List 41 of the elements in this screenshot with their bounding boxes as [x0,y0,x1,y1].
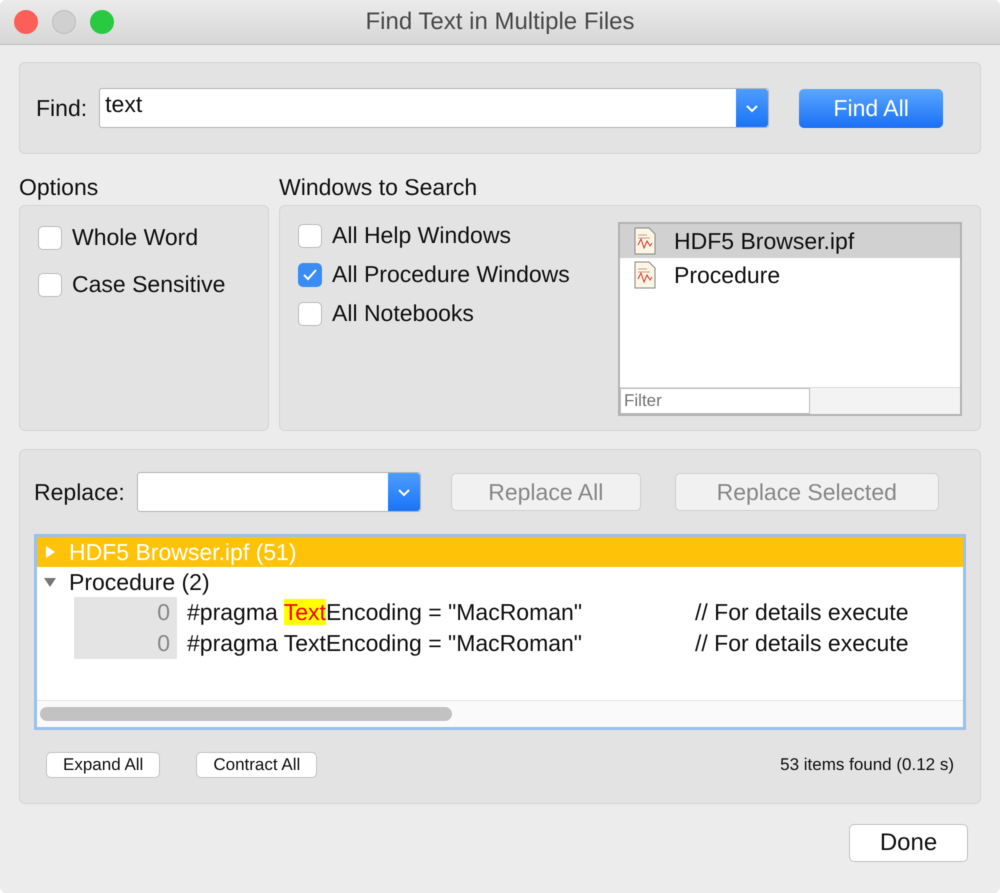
status-text: 53 items found (0.12 s) [780,755,954,775]
replace-label: Replace: [34,478,125,506]
done-button[interactable]: Done [849,824,968,862]
checkbox[interactable] [298,302,322,326]
checkbox[interactable] [298,262,322,286]
checkbox[interactable] [298,224,322,248]
checkbox-label: All Procedure Windows [332,261,570,288]
section-title: Windows to Search [279,174,478,201]
line-number: 0 [74,597,177,628]
result-group-row[interactable]: Procedure (2) [37,567,963,597]
file-list-item[interactable]: Procedure [620,258,960,292]
checkbox-label: Case Sensitive [72,271,226,298]
footer-button[interactable]: Expand All [46,752,160,778]
code-line: #pragma TextEncoding = "MacRoman" [187,630,583,657]
checkbox-label: Whole Word [72,224,198,251]
scrollbar-thumb[interactable] [40,707,452,721]
checkbox-label: All Help Windows [332,222,511,249]
line-number: 0 [74,628,177,659]
document-icon [634,227,656,255]
code-comment: // For details execute [695,599,908,626]
zoom-icon[interactable] [90,10,114,34]
checkmark-icon [302,268,318,282]
document-icon [634,261,656,289]
filter-field[interactable]: Filter [620,388,810,414]
code-line: #pragma TextEncoding = "MacRoman" [187,599,583,626]
footer-button[interactable]: Contract All [196,752,318,778]
find-label: Find: [36,94,88,122]
checkbox[interactable] [38,272,62,296]
file-list-item[interactable]: HDF5 Browser.ipf [620,224,960,258]
dropdown-icon[interactable] [388,473,420,511]
dropdown-icon[interactable] [736,89,768,127]
window-title: Find Text in Multiple Files [366,8,634,36]
find-field[interactable]: text [99,88,770,128]
code-comment: // For details execute [695,630,908,657]
replace-field[interactable] [136,472,421,512]
checkbox[interactable] [38,226,62,250]
disclosure-triangle-icon[interactable] [43,575,57,589]
minimize-icon[interactable] [52,10,76,34]
checkbox-label: All Notebooks [332,300,474,327]
section-title: Options [19,174,100,201]
close-icon[interactable] [14,10,38,34]
